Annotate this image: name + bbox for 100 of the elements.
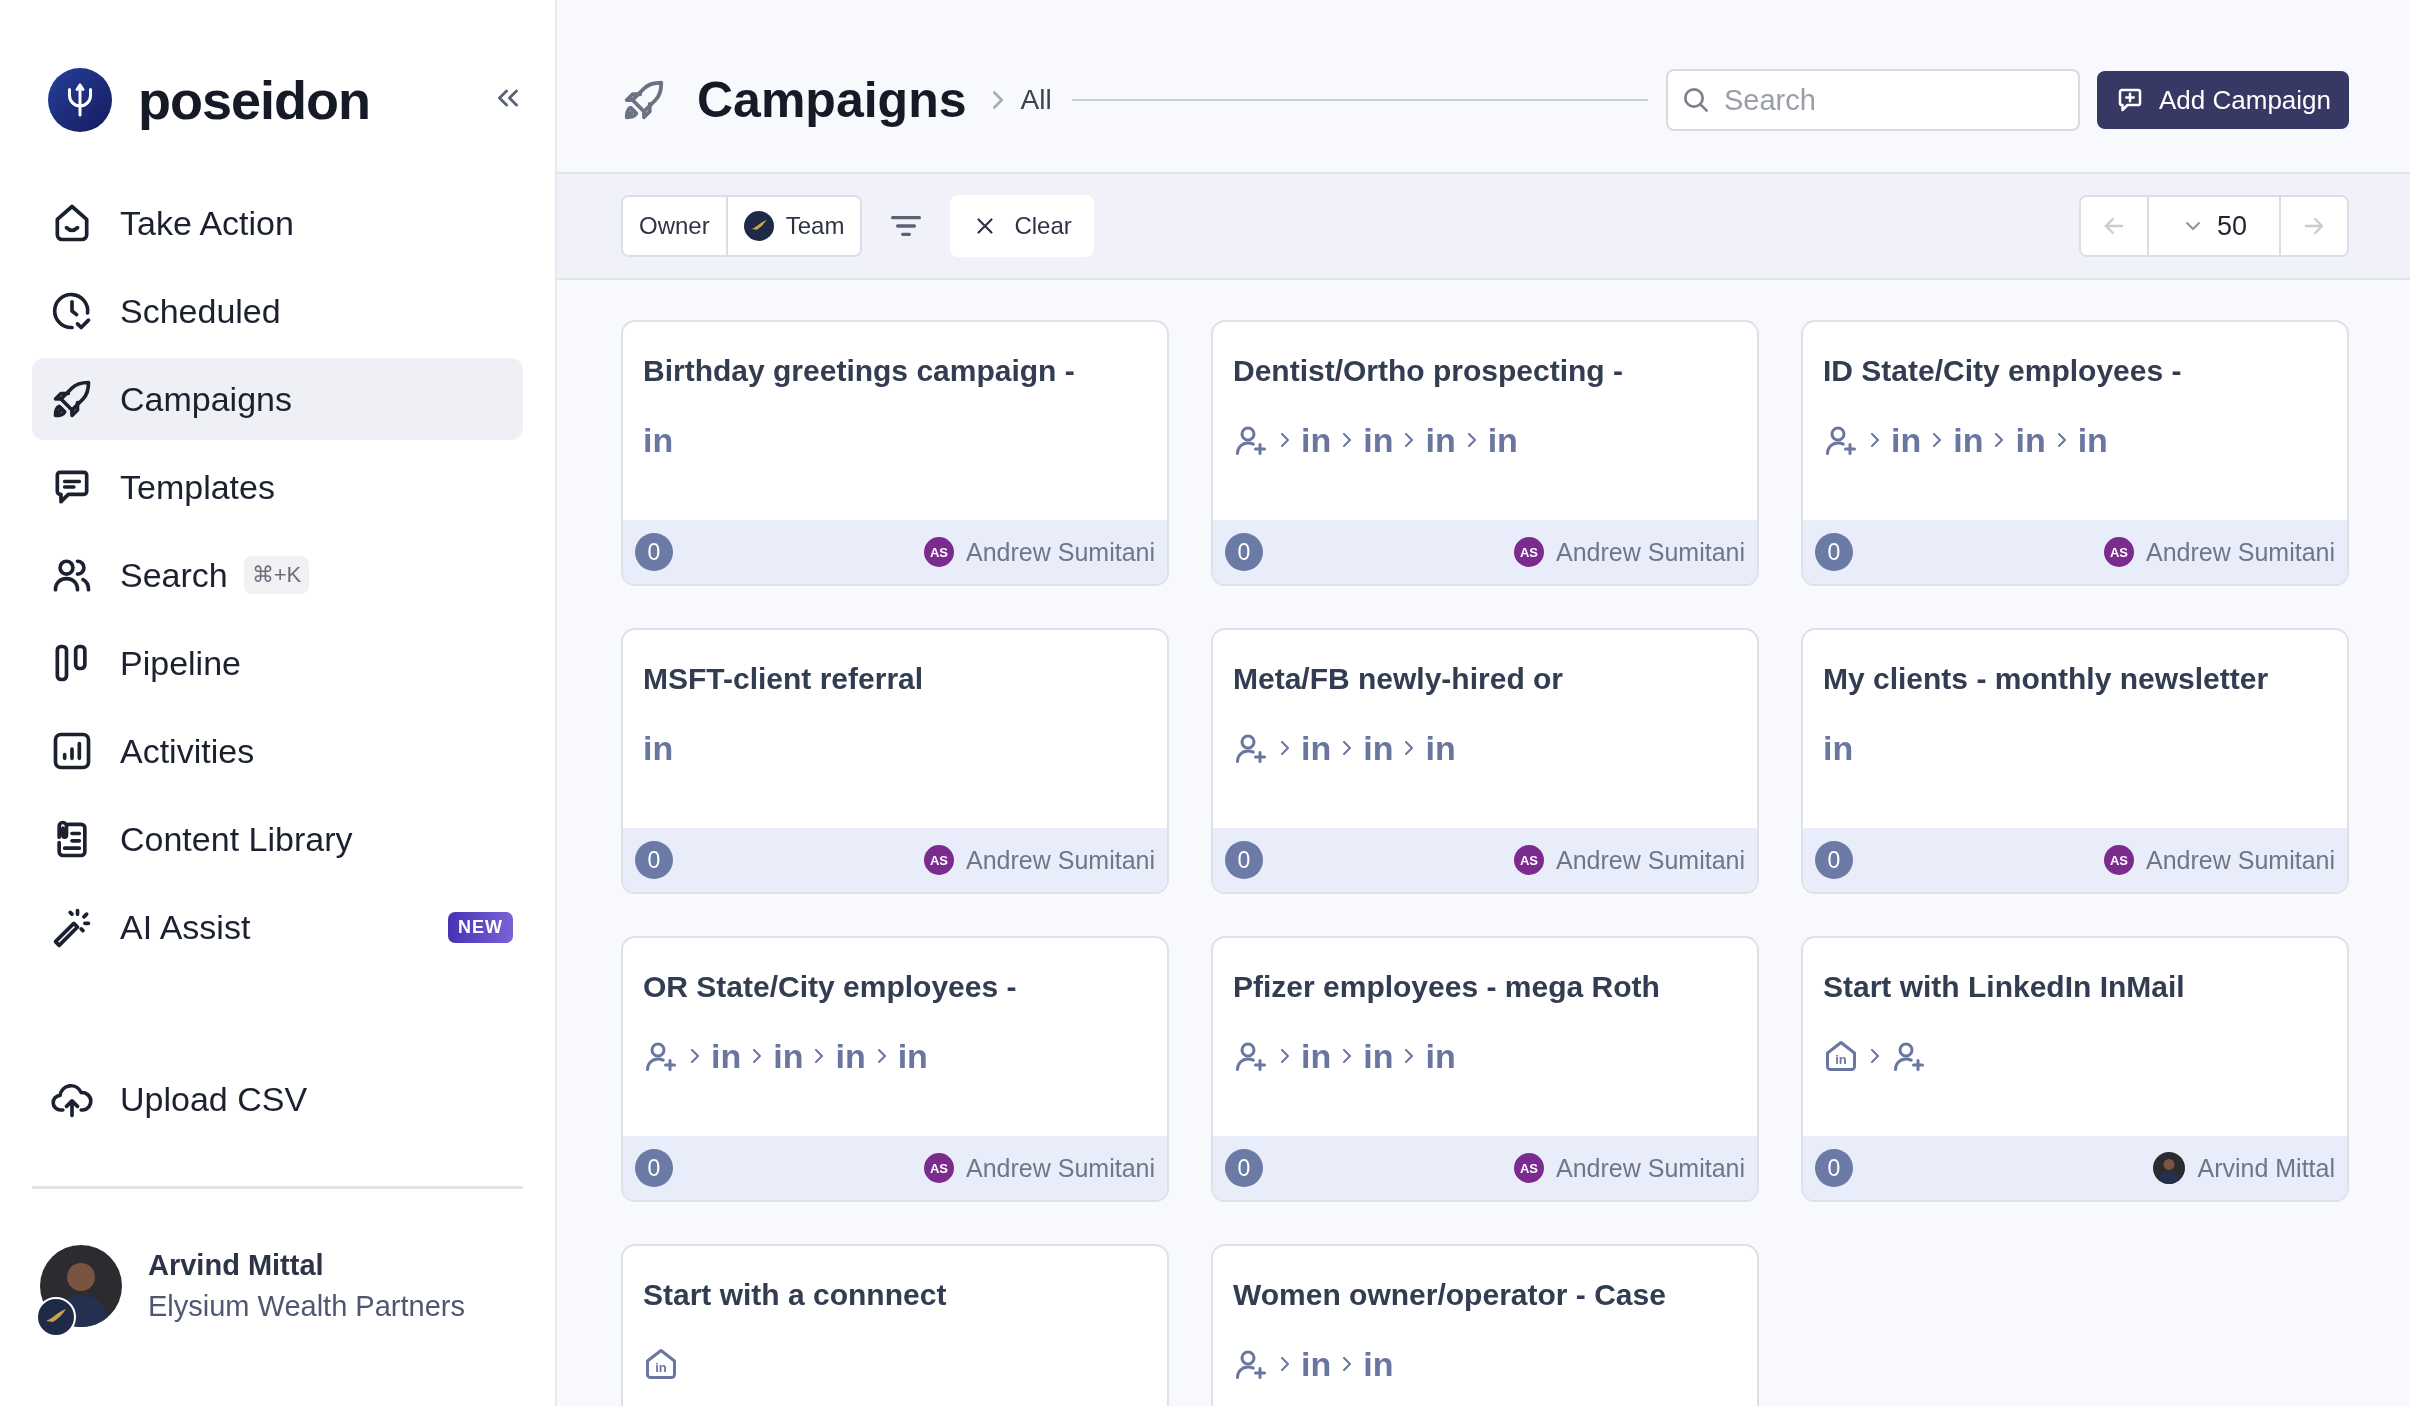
campaign-card[interactable]: Start with a connnect in xyxy=(621,1244,1169,1406)
campaign-title[interactable]: Start with LinkedIn InMail xyxy=(1803,938,2347,1004)
count-badge: 0 xyxy=(1815,841,1853,879)
linkedin-step: in xyxy=(1301,1039,1332,1073)
linkedin-step: in xyxy=(2015,423,2046,457)
brand-name: poseidon xyxy=(138,69,371,131)
linkedin-step: in xyxy=(1301,731,1332,765)
count-badge: 0 xyxy=(635,533,673,571)
sidebar-item[interactable]: Campaigns xyxy=(32,358,523,440)
count-badge: 0 xyxy=(1815,533,1853,571)
search-field[interactable]: Search xyxy=(1666,69,2080,131)
campaign-card[interactable]: My clients - monthly newsletter in 0 AS Andrew Sumitani xyxy=(1801,628,2349,894)
chevron-icon xyxy=(1405,1049,1414,1063)
team-filter[interactable]: Team xyxy=(725,197,861,255)
campaign-title[interactable]: Birthday greetings campaign - xyxy=(623,322,1167,388)
sidebar-item[interactable]: Content Library xyxy=(32,798,523,880)
linkedin-step: in xyxy=(711,1039,742,1073)
chevron-icon xyxy=(2057,433,2066,447)
campaign-title[interactable]: ID State/City employees - xyxy=(1803,322,2347,388)
sidebar-item[interactable]: Upload CSV xyxy=(32,1058,523,1140)
linkedin-step: in xyxy=(1425,731,1456,765)
campaign-title[interactable]: MSFT-client referral xyxy=(623,630,1167,696)
shortcut-hint: ⌘+K xyxy=(243,556,310,594)
owner-avatar xyxy=(2153,1152,2186,1184)
sidebar-item[interactable]: Pipeline xyxy=(32,622,523,704)
owner-name: Andrew Sumitani xyxy=(1556,1153,1745,1183)
chevron-icon xyxy=(1343,433,1352,447)
linkedin-step: in xyxy=(897,1039,928,1073)
campaign-card[interactable]: Meta/FB newly-hired or in in in 0 AS Andrew Sumitani xyxy=(1211,628,1759,894)
chevron-icon xyxy=(1405,741,1414,755)
linkedin-step: in xyxy=(1301,423,1332,457)
owner-avatar: AS xyxy=(1514,537,1544,567)
sidebar-item[interactable]: Activities xyxy=(32,710,523,792)
linkedin-step: in xyxy=(1953,423,1984,457)
sidebar-item[interactable]: AI Assist NEW xyxy=(32,886,523,968)
campaign-title[interactable]: Start with a connnect xyxy=(623,1246,1167,1312)
clear-button[interactable]: Clear xyxy=(950,195,1094,257)
chevron-icon xyxy=(1281,433,1289,447)
campaign-title[interactable]: OR State/City employees - xyxy=(623,938,1167,1004)
campaign-title[interactable]: Meta/FB newly-hired or xyxy=(1213,630,1757,696)
campaign-card[interactable]: MSFT-client referral in 0 AS Andrew Sumitani xyxy=(621,628,1169,894)
sidebar-item[interactable]: Take Action xyxy=(32,182,523,264)
chevron-icon xyxy=(1343,1049,1352,1063)
add-campaign-button[interactable]: Add Campaign xyxy=(2097,71,2349,129)
campaign-title[interactable]: Pfizer employees - mega Roth xyxy=(1213,938,1757,1004)
campaign-title[interactable]: My clients - monthly newsletter xyxy=(1803,630,2347,696)
page-size-select[interactable]: 50 xyxy=(2147,197,2281,255)
owner-avatar: AS xyxy=(1514,1153,1544,1183)
chevron-icon xyxy=(815,1049,824,1063)
campaign-title[interactable]: Women owner/operator - Case xyxy=(1213,1246,1757,1312)
team-logo-icon xyxy=(743,211,774,241)
owner-name: Andrew Sumitani xyxy=(2146,845,2335,875)
chevron-icon xyxy=(1281,741,1289,755)
count-badge: 0 xyxy=(1225,1149,1263,1187)
count-badge: 0 xyxy=(1225,533,1263,571)
linkedin-step: in xyxy=(643,731,674,765)
linkedin-step: in xyxy=(1425,1039,1456,1073)
chevron-icon xyxy=(877,1049,886,1063)
breadcrumb-link[interactable]: All xyxy=(1020,84,1052,116)
owner-name: Andrew Sumitani xyxy=(1556,537,1745,567)
campaign-card[interactable]: Birthday greetings campaign - in 0 AS Andrew Sumitani xyxy=(621,320,1169,586)
count-badge: 0 xyxy=(635,1149,673,1187)
chevron-icon xyxy=(1343,741,1352,755)
owner-avatar: AS xyxy=(2104,537,2134,567)
campaign-card[interactable]: ID State/City employees - in in in in 0 AS Andrew Sumitani xyxy=(1801,320,2349,586)
user-name: Arvind Mittal xyxy=(148,1249,325,1282)
sidebar-item[interactable]: Templates xyxy=(32,446,523,528)
new-badge: NEW xyxy=(448,911,513,943)
owner-name: Andrew Sumitani xyxy=(966,845,1155,875)
chevron-icon xyxy=(1871,433,1879,447)
count-badge: 0 xyxy=(635,841,673,879)
sidebar-item[interactable]: Search ⌘+K xyxy=(32,534,523,616)
campaign-card[interactable]: OR State/City employees - in in in in 0 AS Andrew Sumitani xyxy=(621,936,1169,1202)
inmail-step: in xyxy=(1823,1038,1859,1074)
linkedin-step: in xyxy=(1301,1347,1332,1381)
organization-name: Elysium Wealth Partners xyxy=(148,1290,465,1323)
owner-name: Arvind Mittal xyxy=(2197,1153,2335,1183)
linkedin-step: in xyxy=(643,423,674,457)
campaign-card[interactable]: Women owner/operator - Case in in xyxy=(1211,1244,1759,1406)
chevron-icon xyxy=(1467,433,1476,447)
owner-avatar: AS xyxy=(2104,845,2134,875)
campaign-title[interactable]: Dentist/Ortho prospecting - xyxy=(1213,322,1757,388)
owner-avatar: AS xyxy=(924,1153,954,1183)
inmail-step: in xyxy=(643,1346,679,1382)
chevron-icon xyxy=(1281,1049,1289,1063)
linkedin-step: in xyxy=(1891,423,1922,457)
owner-name: Andrew Sumitani xyxy=(966,1153,1155,1183)
linkedin-step: in xyxy=(1363,423,1394,457)
campaign-card[interactable]: Dentist/Ortho prospecting - in in in in 0 AS Andrew Sumitani xyxy=(1211,320,1759,586)
campaign-card[interactable]: Pfizer employees - mega Roth in in in 0 AS Andrew Sumitani xyxy=(1211,936,1759,1202)
campaign-card[interactable]: Start with LinkedIn InMail in 0 Arvind Mittal xyxy=(1801,936,2349,1202)
linkedin-step: in xyxy=(835,1039,866,1073)
chevron-icon xyxy=(1933,433,1942,447)
team-logo-icon xyxy=(36,1297,76,1337)
count-badge: 0 xyxy=(1815,1149,1853,1187)
owner-avatar: AS xyxy=(1514,845,1544,875)
owner-avatar: AS xyxy=(924,537,954,567)
owner-avatar: AS xyxy=(924,845,954,875)
sidebar-item[interactable]: Scheduled xyxy=(32,270,523,352)
chevron-icon xyxy=(992,91,1003,109)
